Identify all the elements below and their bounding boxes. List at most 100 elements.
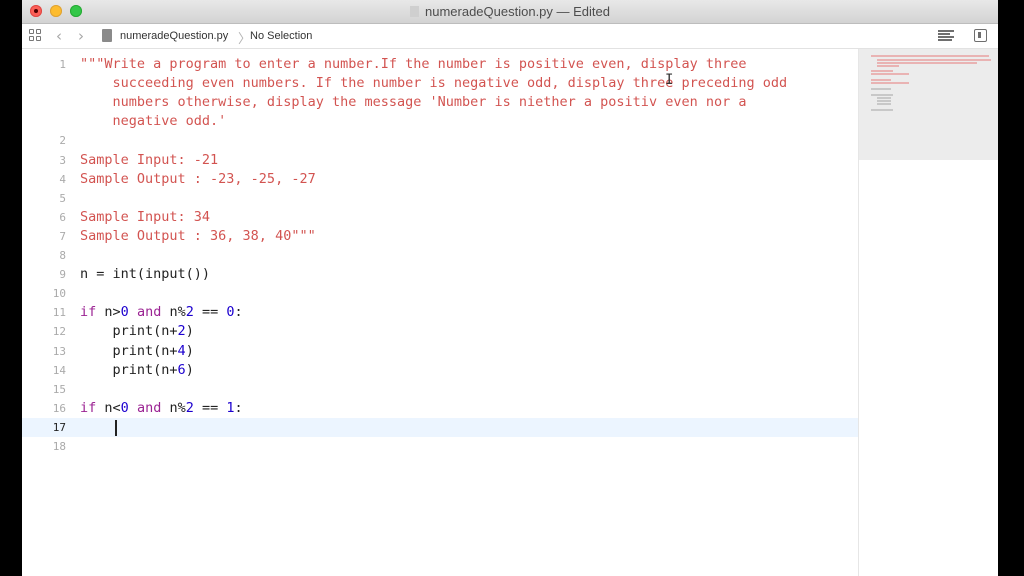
minimap-line	[877, 59, 991, 61]
code-editor[interactable]: 1 """Write a program to enter a number.If…	[22, 49, 858, 576]
code-token-plain: n<	[96, 399, 121, 416]
code-token-kw: if	[80, 304, 97, 321]
code-token-plain: ==	[193, 304, 227, 321]
code-line[interactable]: numbers otherwise, display the message '…	[80, 94, 747, 111]
line-number: 6	[59, 210, 66, 224]
window-title: numeradeQuestion.py — Edited	[22, 4, 998, 19]
code-token-num: 0	[120, 304, 129, 321]
code-line[interactable]: Sample Input: -21	[80, 152, 218, 168]
related-items-icon[interactable]	[29, 29, 42, 42]
line-number: 18	[52, 440, 66, 453]
code-token-num: 2	[177, 323, 186, 340]
minimap-line	[877, 97, 891, 99]
minimap-line	[877, 65, 899, 67]
code-token-str: numbers otherwise, display the message '…	[80, 94, 747, 111]
code-token-kw: if	[80, 399, 97, 416]
line-number: 16	[52, 401, 66, 415]
code-token-num: 2	[185, 304, 194, 321]
minimap[interactable]	[858, 49, 998, 576]
text-cursor-ibeam-icon: I	[665, 72, 674, 88]
code-token-plain: n%	[161, 304, 186, 321]
code-token-plain: print(n+	[80, 361, 178, 378]
line-number: 5	[59, 191, 66, 205]
minimap-line	[871, 82, 909, 84]
code-token-str: Sample Input: -21	[80, 151, 219, 168]
code-token-plain: print(n+	[80, 342, 178, 359]
code-token-str: succeeding even numbers. If the number i…	[80, 75, 788, 92]
line-number: 17	[52, 420, 66, 434]
line-number: 4	[59, 172, 66, 186]
code-line[interactable]: Sample Output : -23, -25, -27	[80, 171, 316, 187]
current-line-highlight	[22, 417, 858, 437]
code-token-str: Sample Output : -23, -25, -27	[80, 170, 316, 187]
line-number: 7	[59, 229, 66, 243]
editor-options-icon[interactable]	[938, 30, 954, 42]
code-token-plain: )	[185, 361, 194, 378]
code-token-plain: n%	[161, 399, 186, 416]
line-number: 8	[59, 249, 66, 262]
code-token-num: 6	[177, 361, 186, 378]
code-line[interactable]: Sample Output : 36, 38, 40"""	[80, 228, 316, 244]
chevron-left-icon[interactable]: ‹	[56, 27, 62, 45]
breadcrumb-file[interactable]: numeradeQuestion.py	[120, 30, 228, 42]
code-token-num: 2	[185, 399, 194, 416]
xcode-window: numeradeQuestion.py — Edited ‹ › numerad…	[22, 0, 998, 576]
line-number: 11	[52, 306, 66, 320]
code-token-plain: print(n+	[80, 323, 178, 340]
line-number: 1	[59, 58, 66, 71]
minimap-line	[871, 55, 989, 57]
minimap-line	[871, 79, 891, 81]
line-number: 2	[59, 134, 66, 148]
window-title-text: numeradeQuestion.py — Edited	[425, 4, 610, 19]
code-token-num: 0	[226, 304, 235, 321]
code-token-plain: )	[185, 342, 194, 359]
line-number: 13	[52, 344, 66, 358]
code-line[interactable]	[80, 419, 113, 435]
code-line[interactable]: print(n+4)	[80, 343, 194, 359]
code-token-kw: and	[136, 304, 162, 321]
code-line[interactable]: Sample Input: 34	[80, 209, 210, 225]
minimap-line	[871, 73, 909, 75]
code-token-num: 0	[120, 399, 129, 416]
minimap-line	[871, 94, 893, 96]
code-token-str: Sample Output : 36, 38, 40"""	[80, 227, 316, 244]
code-line[interactable]: print(n+6)	[80, 362, 194, 378]
code-line[interactable]: if n>0 and n%2 == 0:	[80, 304, 243, 320]
breadcrumb-selection[interactable]: No Selection	[250, 30, 312, 42]
minimap-line	[877, 62, 977, 64]
line-number: 3	[59, 153, 66, 167]
code-line[interactable]: n = int(input())	[80, 266, 210, 282]
code-token-kw: and	[136, 399, 162, 416]
line-number: 12	[52, 325, 66, 339]
code-line[interactable]: """Write a program to enter a number.If …	[80, 56, 746, 72]
code-token-plain: n>	[96, 304, 121, 321]
line-number: 10	[52, 287, 66, 301]
code-token-num: 4	[177, 342, 186, 359]
code-token-plain: )	[185, 323, 194, 340]
toggle-inspector-icon[interactable]	[974, 29, 987, 42]
chevron-right-icon[interactable]: ›	[78, 27, 84, 45]
minimap-line	[871, 70, 893, 72]
line-number: 9	[59, 268, 66, 282]
minimap-line	[877, 100, 891, 102]
code-token-num: 1	[226, 399, 235, 416]
code-token-plain: :	[234, 399, 243, 416]
code-token-str: Sample Input: 34	[80, 208, 211, 225]
code-token-plain: :	[234, 304, 243, 321]
line-number: 15	[52, 382, 66, 396]
code-line[interactable]: negative odd.'	[80, 113, 227, 129]
text-caret	[115, 419, 117, 436]
jump-bar: ‹ › numeradeQuestion.py 〉 No Selection	[22, 24, 998, 49]
code-line[interactable]: succeeding even numbers. If the number i…	[80, 75, 788, 92]
code-line[interactable]: print(n+2)	[80, 323, 194, 339]
line-number: 14	[52, 363, 66, 377]
document-icon	[410, 6, 419, 17]
python-file-icon	[102, 29, 112, 42]
code-line[interactable]: if n<0 and n%2 == 1:	[80, 400, 243, 416]
minimap-line	[871, 88, 891, 90]
title-bar: numeradeQuestion.py — Edited	[22, 0, 998, 24]
minimap-line	[877, 103, 891, 105]
